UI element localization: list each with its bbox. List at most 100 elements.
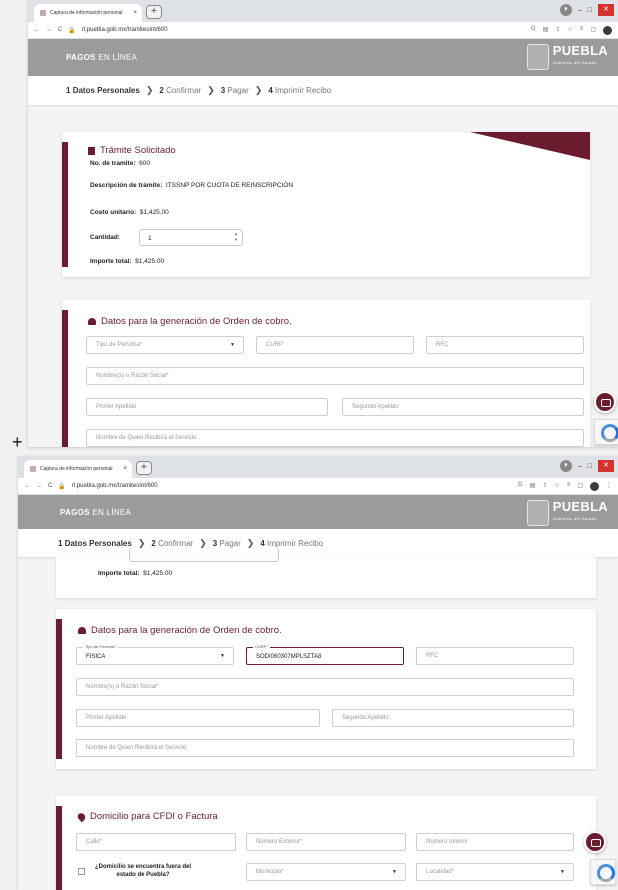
tab-close-icon[interactable]: × bbox=[123, 466, 127, 472]
orden-card: Datos para la generación de Orden de cob… bbox=[62, 300, 590, 447]
chevron-right-icon: ❯ bbox=[207, 85, 215, 95]
reading-list-icon[interactable]: ≡ bbox=[567, 482, 571, 491]
logo-subtitle: Gobierno del Estado bbox=[552, 516, 597, 521]
costo-unitario: Costo unitario: $1,425.00 bbox=[90, 209, 169, 216]
orden-title: Datos para la generación de Orden de cob… bbox=[78, 625, 282, 636]
tipo-persona-select[interactable]: Tipo de Persona* FISICA ▼ bbox=[76, 644, 234, 665]
domicilio-card: Domicilio para CFDI o Factura Calle* Núm… bbox=[56, 796, 596, 890]
numero-interior-input[interactable]: Número Interior bbox=[416, 833, 574, 851]
favicon-icon bbox=[30, 466, 36, 472]
share-icon[interactable]: ⇪ bbox=[555, 26, 560, 35]
location-pin-icon bbox=[76, 811, 87, 822]
tipo-persona-select[interactable]: Tipo de Persona* ▼ bbox=[86, 336, 244, 354]
spinner-icon[interactable]: ▲ ▼ bbox=[234, 231, 238, 243]
rfc-input[interactable]: RFC bbox=[416, 647, 574, 665]
maximize-icon[interactable]: □ bbox=[588, 463, 592, 470]
nombre-input[interactable]: Nombre(s) o Razón Social* bbox=[86, 367, 584, 385]
browser-window-top: Captura de información personal × + ▾ – … bbox=[28, 0, 618, 447]
accent-bar bbox=[62, 310, 68, 447]
tab-search-icon[interactable]: ▾ bbox=[559, 460, 572, 472]
reload-icon[interactable]: C bbox=[58, 27, 62, 33]
calle-input[interactable]: Calle* bbox=[76, 833, 236, 851]
star-icon[interactable]: ☆ bbox=[567, 26, 572, 35]
chat-button[interactable] bbox=[594, 391, 616, 413]
browser-window-bottom: Captura de información personal × + ▾ – … bbox=[18, 456, 618, 890]
tab-title: Captura de información personal bbox=[50, 10, 123, 16]
nombre-input[interactable]: Nombre(s) o Razón Social* bbox=[76, 678, 574, 696]
browser-tab[interactable]: Captura de información personal × bbox=[34, 4, 142, 22]
quien-recibe-input[interactable]: Nombre de Quien Recibirá el Servicio bbox=[76, 739, 574, 757]
share-icon[interactable]: ⇪ bbox=[542, 482, 547, 491]
cantidad-input[interactable] bbox=[129, 548, 279, 562]
reload-icon[interactable]: C bbox=[48, 483, 52, 489]
quien-recibe-input[interactable]: Nombre de Quien Recibirá el Servicio bbox=[86, 429, 584, 447]
seal-icon bbox=[526, 500, 549, 526]
url-field[interactable]: rl.puebla.gob.mx/tramitesInt/600 bbox=[82, 27, 525, 33]
chevron-right-icon: ❯ bbox=[199, 537, 207, 548]
curp-input[interactable]: CURP bbox=[256, 336, 414, 354]
recaptcha-badge[interactable] bbox=[590, 859, 616, 885]
puebla-logo[interactable]: PUEBLA Gobierno del Estado bbox=[526, 500, 608, 526]
importe-total: Importe total: $1,425.00 bbox=[90, 258, 165, 265]
importe-total: Importe total: $1,425.00 bbox=[98, 570, 173, 577]
site-brand[interactable]: PAGOS EN LÍNEA bbox=[60, 508, 131, 517]
curp-input[interactable]: CURP* SODI060307MPLSZTA8 bbox=[246, 644, 404, 665]
primer-apellido-input[interactable]: Primer Apellido bbox=[86, 398, 328, 416]
puebla-logo[interactable]: PUEBLA Gobierno del Estado bbox=[526, 43, 608, 70]
minimize-icon[interactable]: – bbox=[578, 463, 582, 470]
seal-icon bbox=[526, 44, 549, 70]
site-brand[interactable]: PAGOS EN LÍNEA bbox=[66, 53, 137, 62]
chevron-right-icon: ❯ bbox=[254, 85, 263, 95]
localidad-select[interactable]: Localidad* ▼ bbox=[416, 863, 574, 881]
star-icon[interactable]: ☆ bbox=[554, 482, 559, 491]
back-icon[interactable]: ← bbox=[34, 27, 40, 33]
fuera-puebla-label-1: ¿Domicilio se encuentra fuera del bbox=[95, 864, 192, 870]
url-field[interactable]: rl.puebla.gob.mx/tramitesInt/600 bbox=[72, 483, 512, 489]
google-icon[interactable]: G bbox=[531, 26, 536, 35]
tramite-description: Descripción de trámite: ITSSNP POR CUOTA… bbox=[90, 182, 294, 189]
close-window-icon[interactable]: ✕ bbox=[598, 4, 614, 16]
chevron-right-icon: ❯ bbox=[145, 85, 154, 95]
site-header: PAGOS EN LÍNEA PUEBLA Gobierno del Estado bbox=[18, 495, 618, 529]
step-4: 4 Imprimir Recibo bbox=[260, 538, 324, 548]
profile-avatar[interactable] bbox=[590, 481, 599, 491]
person-icon bbox=[88, 318, 96, 325]
cantidad-input[interactable]: 1 ▲ ▼ bbox=[139, 229, 243, 246]
person-icon bbox=[78, 627, 86, 634]
translate-icon[interactable]: ▤ bbox=[530, 482, 536, 491]
tab-close-icon[interactable]: × bbox=[133, 10, 137, 16]
numero-exterior-input[interactable]: Número Exterior* bbox=[246, 833, 406, 851]
municipio-select[interactable]: Municipio* ▼ bbox=[246, 863, 406, 881]
tramite-card: Trámite Solicitado No. de tramite: 600 D… bbox=[62, 132, 590, 277]
orden-card: Datos para la generación de Orden de cob… bbox=[56, 609, 596, 769]
chat-button[interactable] bbox=[584, 831, 606, 853]
sidepanel-icon[interactable]: ▢ bbox=[577, 482, 583, 491]
rfc-input[interactable]: RFC bbox=[426, 336, 584, 354]
translate-icon[interactable]: ▤ bbox=[543, 26, 549, 35]
google-icon[interactable]: G bbox=[518, 482, 523, 491]
sidepanel-icon[interactable]: ▢ bbox=[590, 26, 596, 35]
window-controls: ▾ – □ ✕ bbox=[559, 460, 614, 472]
reading-list-icon[interactable]: ≡ bbox=[580, 26, 584, 35]
profile-avatar[interactable] bbox=[603, 25, 612, 35]
step-3: 3 Pagar bbox=[220, 86, 249, 95]
maximize-icon[interactable]: □ bbox=[588, 7, 592, 14]
tab-search-icon[interactable]: ▾ bbox=[559, 4, 572, 16]
logo-text: PUEBLA bbox=[552, 43, 608, 58]
forward-icon[interactable]: → bbox=[36, 483, 42, 489]
back-icon[interactable]: ← bbox=[24, 483, 30, 489]
new-tab-button[interactable]: + bbox=[136, 461, 152, 475]
step-4: 4 Imprimir Recibo bbox=[268, 86, 332, 95]
menu-icon[interactable]: ⋮ bbox=[606, 482, 612, 491]
tramite-number: No. de tramite: 600 bbox=[90, 160, 150, 167]
primer-apellido-input[interactable]: Primer Apellido bbox=[76, 709, 320, 727]
forward-icon[interactable]: → bbox=[46, 27, 52, 33]
minimize-icon[interactable]: – bbox=[578, 7, 582, 14]
close-window-icon[interactable]: ✕ bbox=[598, 460, 614, 472]
new-tab-button[interactable]: + bbox=[146, 5, 162, 19]
recaptcha-badge[interactable] bbox=[594, 419, 618, 445]
segundo-apellido-input[interactable]: Segundo Apellido bbox=[332, 709, 574, 727]
fuera-puebla-checkbox[interactable] bbox=[78, 867, 85, 875]
browser-tab[interactable]: Captura de información personal × bbox=[24, 460, 132, 478]
segundo-apellido-input[interactable]: Segundo Apellido bbox=[342, 398, 584, 416]
